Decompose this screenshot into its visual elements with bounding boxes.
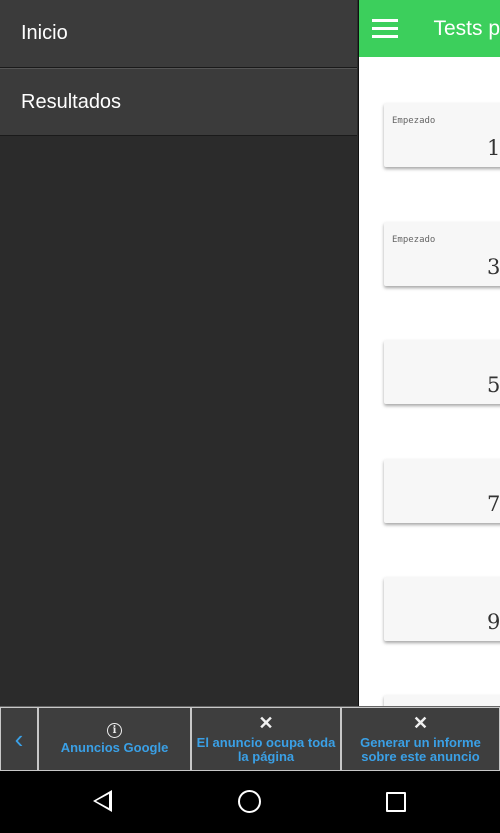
drawer-item-label: Resultados bbox=[21, 90, 122, 113]
triangle-back-icon[interactable] bbox=[93, 790, 112, 812]
card-number: 1 bbox=[487, 136, 500, 160]
card-status: Empezado bbox=[392, 116, 436, 126]
circle-home-icon[interactable] bbox=[238, 790, 261, 813]
hamburger-icon[interactable] bbox=[372, 18, 398, 39]
test-card[interactable]: 5 bbox=[384, 340, 500, 404]
ad-google-button[interactable]: i Anuncios Google bbox=[38, 707, 191, 771]
ad-report-label: Generar un informe sobre este anuncio bbox=[360, 735, 481, 764]
card-number: 3 bbox=[487, 255, 500, 279]
drawer-item-label: Inicio bbox=[21, 22, 68, 44]
ad-google-label: Anuncios Google bbox=[60, 740, 169, 755]
card-number: 9 bbox=[487, 610, 500, 634]
test-card[interactable]: 7 bbox=[384, 459, 500, 523]
card-status: Empezado bbox=[392, 235, 436, 245]
close-icon: ✕ bbox=[258, 713, 274, 733]
card-number: 7 bbox=[487, 492, 500, 516]
test-card[interactable] bbox=[384, 695, 500, 706]
card-number: 5 bbox=[487, 373, 500, 397]
app-title: Tests p bbox=[433, 16, 500, 40]
info-icon: i bbox=[107, 723, 122, 738]
system-nav-bar bbox=[0, 771, 500, 833]
main-content: Tests p Empezado 1 Empezado 3 5 7 9 bbox=[358, 0, 500, 706]
app-bar: Tests p bbox=[359, 0, 500, 57]
drawer-item-inicio[interactable]: Inicio bbox=[0, 0, 357, 68]
ad-back-button[interactable]: ‹ bbox=[0, 707, 38, 771]
test-card[interactable]: Empezado 1 bbox=[384, 103, 500, 167]
close-icon: ✕ bbox=[412, 713, 429, 733]
ad-report-button[interactable]: ✕ Generar un informe sobre este anuncio bbox=[341, 707, 500, 771]
ad-full-page-label: El anuncio ocupa toda la página bbox=[196, 735, 336, 764]
test-card[interactable]: 9 bbox=[384, 577, 500, 641]
test-card[interactable]: Empezado 3 bbox=[384, 222, 500, 286]
navigation-drawer: Inicio Resultados bbox=[0, 0, 357, 706]
ad-full-page-button[interactable]: ✕ El anuncio ocupa toda la página bbox=[191, 707, 341, 771]
ad-bar: ‹ i Anuncios Google ✕ El anuncio ocupa t… bbox=[0, 706, 500, 771]
chevron-left-icon: ‹ bbox=[14, 724, 24, 754]
drawer-item-resultados[interactable]: Resultados bbox=[0, 68, 357, 136]
square-recents-icon[interactable] bbox=[386, 792, 406, 812]
